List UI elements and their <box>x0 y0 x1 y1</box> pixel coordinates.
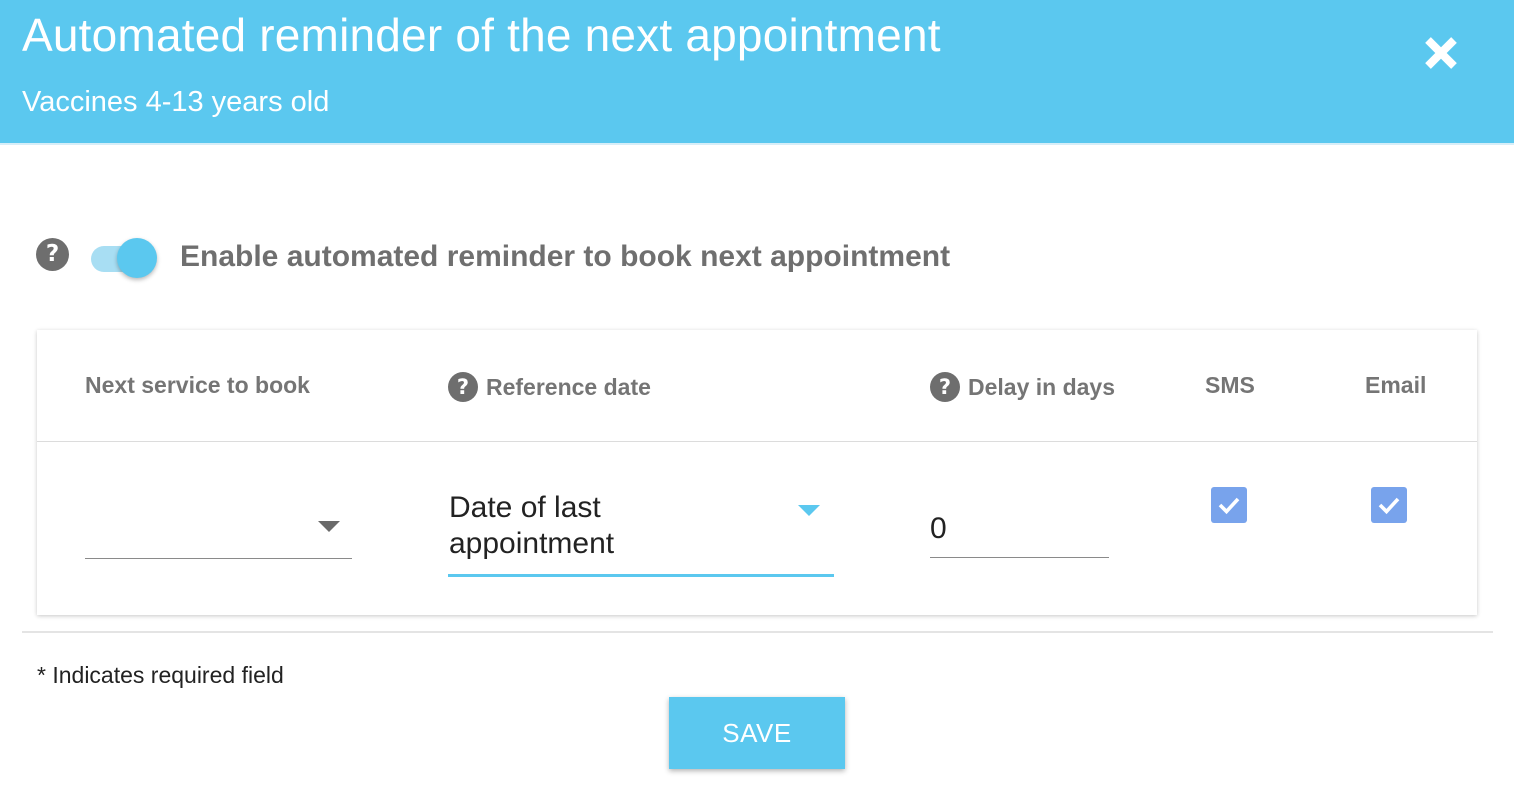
question-circle-icon[interactable]: ? <box>36 238 69 271</box>
column-header-delay: ? Delay in days <box>930 372 1115 402</box>
close-icon <box>1425 37 1457 69</box>
question-circle-icon[interactable]: ? <box>930 372 960 402</box>
reference-date-value: Date of last appointment <box>449 491 615 560</box>
footer-divider <box>22 631 1493 633</box>
chevron-down-icon <box>318 521 340 532</box>
required-field-note: * Indicates required field <box>37 662 284 688</box>
enable-reminder-toggle[interactable] <box>91 238 161 280</box>
check-icon <box>1218 497 1240 515</box>
reminder-rules-card: Next service to book ? Reference date ? … <box>37 330 1477 615</box>
next-service-select[interactable] <box>85 495 352 559</box>
question-circle-icon[interactable]: ? <box>448 372 478 402</box>
email-checkbox[interactable] <box>1371 487 1407 523</box>
save-button[interactable]: SAVE <box>669 697 845 769</box>
dialog-title: Automated reminder of the next appointme… <box>22 9 941 61</box>
delay-days-input[interactable] <box>930 500 1109 558</box>
column-header-service: Next service to book <box>85 372 310 398</box>
column-header-email: Email <box>1365 372 1427 398</box>
column-header-sms: SMS <box>1205 372 1255 398</box>
check-icon <box>1378 497 1400 515</box>
table-header-divider <box>37 441 1477 442</box>
toggle-knob <box>117 238 157 278</box>
chevron-down-icon <box>798 505 820 516</box>
close-button[interactable] <box>1418 30 1464 76</box>
enable-reminder-label: Enable automated reminder to book next a… <box>180 240 951 273</box>
column-header-reference: ? Reference date <box>448 372 651 402</box>
reference-date-select[interactable]: Date of last appointment <box>448 485 834 577</box>
sms-checkbox[interactable] <box>1211 487 1247 523</box>
dialog-subtitle: Vaccines 4-13 years old <box>22 86 330 118</box>
dialog-header: Automated reminder of the next appointme… <box>0 0 1514 145</box>
